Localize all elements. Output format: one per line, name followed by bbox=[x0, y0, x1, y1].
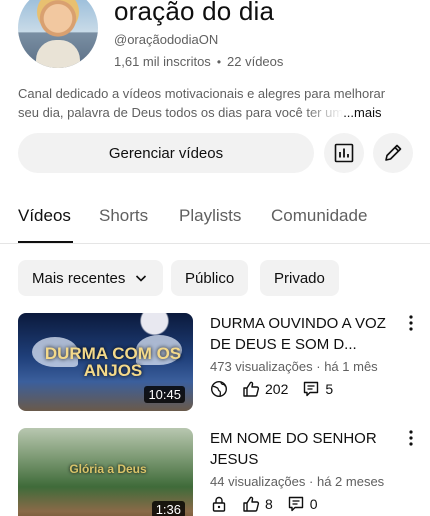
more-vertical-icon bbox=[409, 315, 413, 331]
chip-public[interactable]: Público bbox=[171, 260, 249, 296]
comments: 0 bbox=[287, 495, 318, 513]
description-more-link[interactable]: ...mais bbox=[343, 103, 381, 122]
description-line-1: Canal dedicado a vídeos motivacionais e … bbox=[18, 86, 386, 101]
tab-playlists[interactable]: Playlists bbox=[179, 206, 241, 226]
video-item[interactable]: DURMA COM OS ANJOS 10:45 DURMA OUVINDO A… bbox=[18, 313, 430, 413]
video-count: 22 vídeos bbox=[227, 54, 284, 69]
video-title[interactable]: EM NOME DO SENHOR JESUS bbox=[210, 428, 402, 470]
video-menu-button[interactable] bbox=[404, 313, 418, 333]
meta-separator: · bbox=[309, 474, 317, 489]
description-line-2: seu dia, palavra de Deus todos os dias p… bbox=[18, 105, 344, 120]
video-info: EM NOME DO SENHOR JESUS 44 visualizações… bbox=[210, 428, 402, 513]
likes: 202 bbox=[242, 380, 288, 398]
video-info: DURMA OUVINDO A VOZ DE DEUS E SOM D... 4… bbox=[210, 313, 402, 398]
pencil-icon bbox=[385, 144, 402, 161]
analytics-icon bbox=[334, 143, 354, 163]
manage-videos-button[interactable]: Gerenciar vídeos bbox=[18, 133, 314, 173]
chevron-down-icon bbox=[136, 275, 147, 282]
likes: 8 bbox=[242, 495, 273, 513]
video-meta: 473 visualizações · há 1 mês bbox=[210, 359, 402, 374]
channel-handle: @oraçãododiaON bbox=[114, 32, 219, 47]
video-thumbnail[interactable]: DURMA COM OS ANJOS 10:45 bbox=[18, 313, 193, 411]
stats-separator: • bbox=[216, 54, 222, 69]
video-thumbnail[interactable]: Glória a Deus 1:36 bbox=[18, 428, 193, 516]
like-count: 8 bbox=[265, 496, 273, 512]
video-actions: 8 0 bbox=[210, 495, 402, 513]
description-line-2-row: seu dia, palavra de Deus todos os dias p… bbox=[18, 103, 410, 122]
channel-stats: 1,61 mil inscritos • 22 vídeos bbox=[114, 54, 283, 69]
avatar-figure bbox=[36, 40, 80, 68]
video-menu-button[interactable] bbox=[404, 428, 418, 448]
analytics-button[interactable] bbox=[324, 133, 364, 173]
comment-count: 5 bbox=[325, 381, 334, 397]
thumbs-up-icon bbox=[243, 381, 260, 397]
tab-community[interactable]: Comunidade bbox=[271, 206, 367, 226]
comment-count: 0 bbox=[309, 496, 318, 512]
edit-channel-button[interactable] bbox=[373, 133, 413, 173]
channel-tabs: Vídeos Shorts Playlists Comunidade bbox=[0, 196, 430, 244]
video-age: há 2 meses bbox=[316, 474, 385, 489]
comment-icon bbox=[288, 496, 303, 512]
like-count: 202 bbox=[265, 381, 289, 397]
channel-avatar[interactable] bbox=[18, 0, 98, 68]
video-actions: 202 5 bbox=[210, 380, 402, 398]
video-item[interactable]: Glória a Deus 1:36 EM NOME DO SENHOR JES… bbox=[18, 428, 430, 516]
thumbs-up-icon bbox=[243, 496, 260, 512]
meta-separator: · bbox=[316, 359, 325, 374]
subscriber-count: 1,61 mil inscritos bbox=[114, 54, 211, 69]
video-views: 473 visualizações bbox=[210, 359, 313, 374]
tab-videos[interactable]: Vídeos bbox=[18, 206, 71, 226]
thumbnail-text: DURMA COM OS ANJOS bbox=[44, 344, 182, 380]
globe-icon bbox=[210, 380, 228, 398]
visibility-indicator bbox=[210, 495, 228, 513]
more-vertical-icon bbox=[409, 430, 413, 446]
sort-label: Mais recentes bbox=[32, 269, 126, 287]
video-views: 44 visualizações bbox=[210, 474, 306, 489]
tab-shorts[interactable]: Shorts bbox=[99, 206, 148, 226]
channel-description[interactable]: Canal dedicado a vídeos motivacionais e … bbox=[18, 84, 410, 122]
channel-title: oração do dia bbox=[114, 0, 275, 26]
comment-icon bbox=[304, 381, 319, 397]
sort-dropdown[interactable]: Mais recentes bbox=[18, 260, 164, 296]
visibility-indicator bbox=[210, 380, 228, 398]
video-title[interactable]: DURMA OUVINDO A VOZ DE DEUS E SOM D... bbox=[210, 313, 402, 355]
chip-private[interactable]: Privado bbox=[260, 260, 339, 296]
thumbnail-text: Glória a Deus bbox=[69, 462, 147, 476]
video-duration: 1:36 bbox=[151, 501, 185, 516]
video-meta: 44 visualizações · há 2 meses bbox=[210, 474, 402, 489]
video-age: há 1 mês bbox=[324, 359, 378, 374]
video-duration: 10:45 bbox=[144, 386, 185, 403]
lock-icon bbox=[212, 496, 226, 512]
active-tab-indicator bbox=[18, 241, 73, 243]
comments: 5 bbox=[302, 380, 333, 398]
